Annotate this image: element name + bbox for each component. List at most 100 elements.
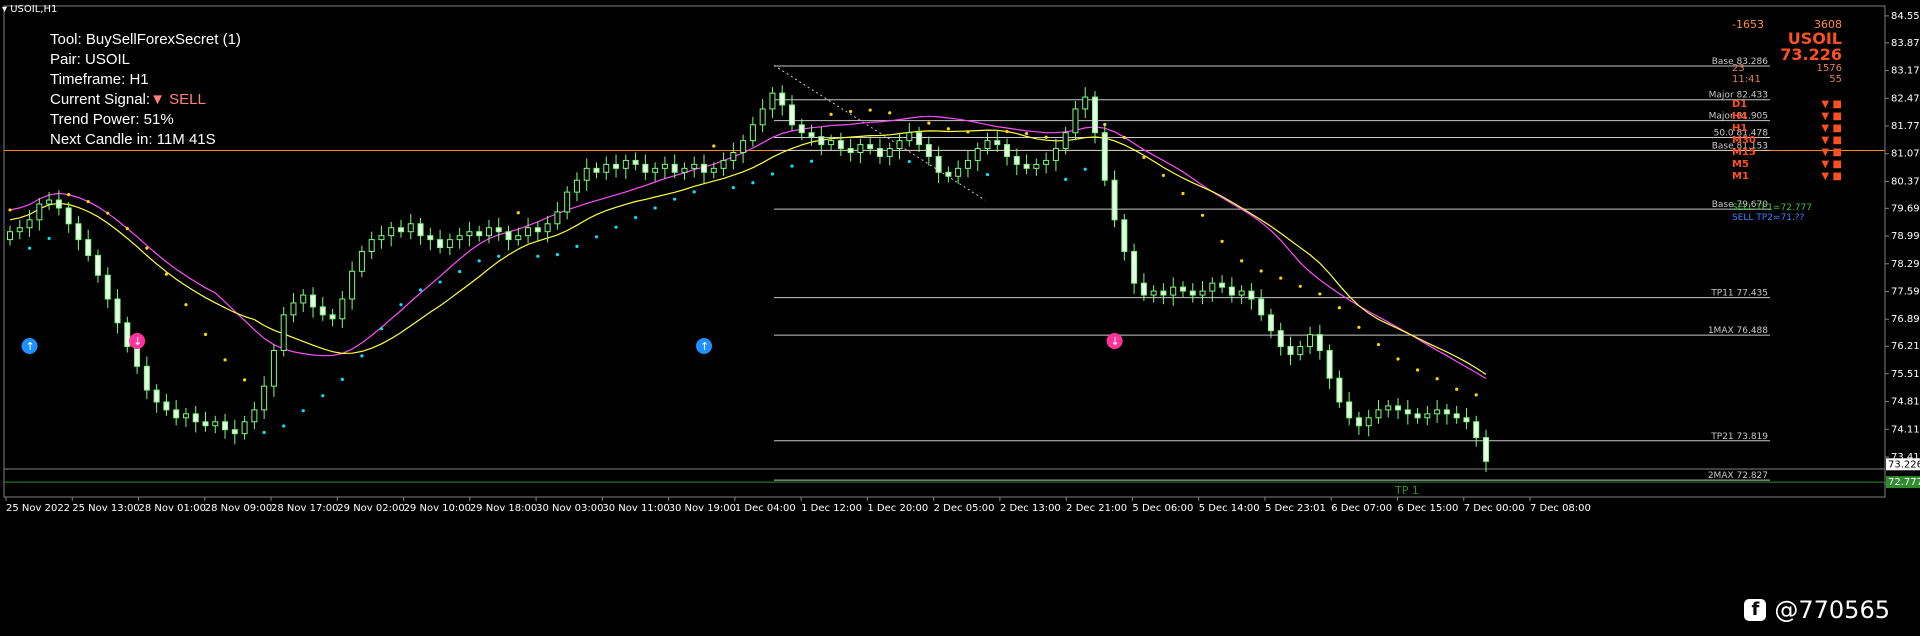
candle-body <box>632 159 639 165</box>
candle-body <box>427 235 434 241</box>
x-tick-label: 28 Nov 09:00 <box>205 503 272 514</box>
candle-body <box>1140 282 1147 296</box>
candle-body <box>1326 349 1333 379</box>
candle-body <box>857 144 864 154</box>
candle-body <box>554 211 561 225</box>
panel-row4-right: 55 <box>1829 74 1842 85</box>
trend-dot <box>242 378 247 382</box>
candle-body <box>1385 405 1392 411</box>
tp1-line-label: TP 1 <box>1394 484 1419 497</box>
trend-dot <box>1337 306 1341 310</box>
candle-body <box>593 167 600 173</box>
candle-body <box>1023 163 1030 169</box>
down-arrow-icon: ▼ ■ <box>1821 135 1842 146</box>
candle-body <box>36 203 43 221</box>
candle-body <box>583 167 590 181</box>
trend-dot <box>418 288 423 292</box>
trend-dot <box>1142 155 1146 159</box>
trend-dot <box>712 144 716 148</box>
panel-row3-left: 23 <box>1732 63 1745 74</box>
pips-left: -1653 <box>1732 18 1764 31</box>
candle-body <box>310 294 317 308</box>
candle-body <box>896 140 903 150</box>
candle-body <box>691 163 698 169</box>
x-tick-label: 29 Nov 02:00 <box>337 503 404 514</box>
trend-dot <box>1474 393 1478 397</box>
candle-body <box>798 124 805 134</box>
candle-body <box>456 235 463 241</box>
trend-dot <box>1200 213 1205 217</box>
trend-dot <box>1396 357 1400 361</box>
candle-body <box>1228 286 1235 296</box>
x-tick-label: 25 Nov 13:00 <box>72 503 139 514</box>
trend-dot <box>497 254 501 258</box>
trend-dot <box>1044 135 1048 139</box>
candle-body <box>7 231 13 241</box>
candle-body <box>1043 159 1050 165</box>
trend-dot <box>27 246 32 250</box>
candle-body <box>1219 282 1226 288</box>
sell-arrow-icon: ▼ <box>150 91 165 108</box>
candle-body <box>886 148 893 157</box>
trend-dot <box>1181 191 1185 196</box>
y-tick-label: 80.370 <box>1891 176 1920 187</box>
trend-dot <box>536 254 540 258</box>
trend-dot <box>458 269 462 274</box>
candle-body <box>916 132 923 146</box>
candle-body <box>1404 409 1411 415</box>
trend-dot <box>966 130 970 134</box>
candle-body <box>212 421 219 427</box>
trend-dot <box>1064 177 1068 181</box>
timeframe-row: D1 ▼ ■ <box>1732 99 1842 111</box>
trend-dot <box>67 193 71 197</box>
candle-body <box>779 92 786 106</box>
candle-body <box>788 104 795 126</box>
candle-body <box>994 140 1001 146</box>
sell-tp1-label: SELL TP1=72.777 <box>1732 203 1812 213</box>
candle-body <box>740 140 747 154</box>
candle-body <box>1365 417 1372 427</box>
candle-body <box>1316 334 1323 351</box>
candle-body <box>182 413 189 419</box>
candle-body <box>642 163 649 173</box>
candle-body <box>1443 409 1450 415</box>
candle-body <box>925 144 932 157</box>
signal-glyph: ↓ <box>133 335 142 348</box>
candle-body <box>622 159 629 169</box>
fib-diagonal <box>773 64 986 201</box>
facebook-icon: f <box>1744 599 1767 621</box>
candle-body <box>1101 132 1108 181</box>
x-tick-label: 1 Dec 12:00 <box>801 503 862 514</box>
candle-body <box>652 167 659 173</box>
candle-body <box>681 167 688 173</box>
x-tick-label: 29 Nov 18:00 <box>470 503 537 514</box>
trend-dot <box>1259 269 1263 273</box>
candle-body <box>1267 314 1274 332</box>
timeframe-row: M15 ▼ ■ <box>1732 147 1842 159</box>
candle-body <box>964 159 971 169</box>
candle-body <box>437 239 444 249</box>
x-tick-label: 2 Dec 05:00 <box>934 503 995 514</box>
candle-body <box>573 179 580 193</box>
x-tick-label: 28 Nov 17:00 <box>271 503 338 514</box>
candle-body <box>417 223 424 237</box>
candle-body <box>339 298 346 320</box>
candle-body <box>1287 346 1294 355</box>
trend-dot <box>145 246 149 250</box>
chart-symbol-tab[interactable]: ▾ USOIL,H1 <box>2 4 57 15</box>
trend-dot <box>751 181 755 185</box>
dashboard-panel: -1653 3608 USOIL 73.226 23 1576 11:41 55… <box>1732 18 1842 258</box>
sell-tp2-label: SELL TP2=71.?? <box>1732 213 1805 223</box>
trend-dot <box>477 259 481 263</box>
trend-dot <box>399 303 403 307</box>
timeframe-row: M1 ▼ ■ <box>1732 171 1842 183</box>
trend-dot <box>849 109 853 114</box>
trend-dot <box>1435 377 1439 381</box>
y-tick-label: 79.690 <box>1891 203 1920 214</box>
candle-body <box>935 155 942 173</box>
signal-glyph: ↑ <box>26 340 35 353</box>
price-chart[interactable]: TP 1Base 83.286Major 82.433Major 81.9055… <box>0 0 1920 636</box>
trend-dot <box>164 272 168 276</box>
candle-body <box>1179 286 1186 292</box>
candle-body <box>1375 409 1382 419</box>
